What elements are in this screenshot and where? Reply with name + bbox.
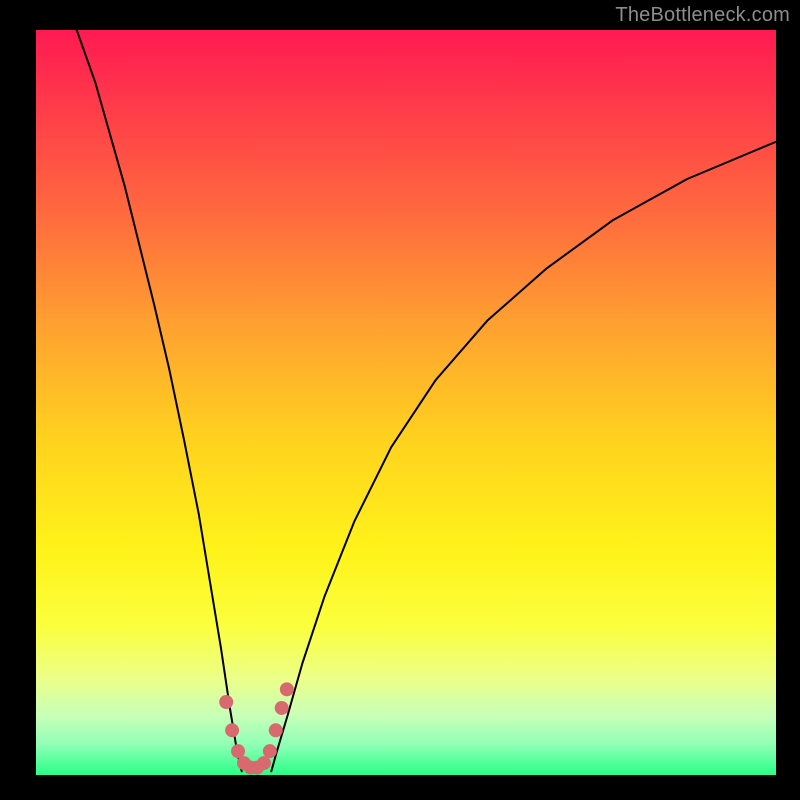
highlight-dot <box>231 744 245 758</box>
highlight-dot <box>257 756 271 770</box>
highlight-dot <box>280 682 294 696</box>
highlight-dot <box>225 723 239 737</box>
highlight-dot <box>219 695 233 709</box>
chart-frame: TheBottleneck.com <box>0 0 800 800</box>
highlight-dot <box>263 744 277 758</box>
watermark-text: TheBottleneck.com <box>615 4 790 27</box>
plot-background <box>36 30 776 775</box>
highlight-dot <box>269 723 283 737</box>
highlight-dot <box>275 701 289 715</box>
bottleneck-chart <box>0 0 800 800</box>
